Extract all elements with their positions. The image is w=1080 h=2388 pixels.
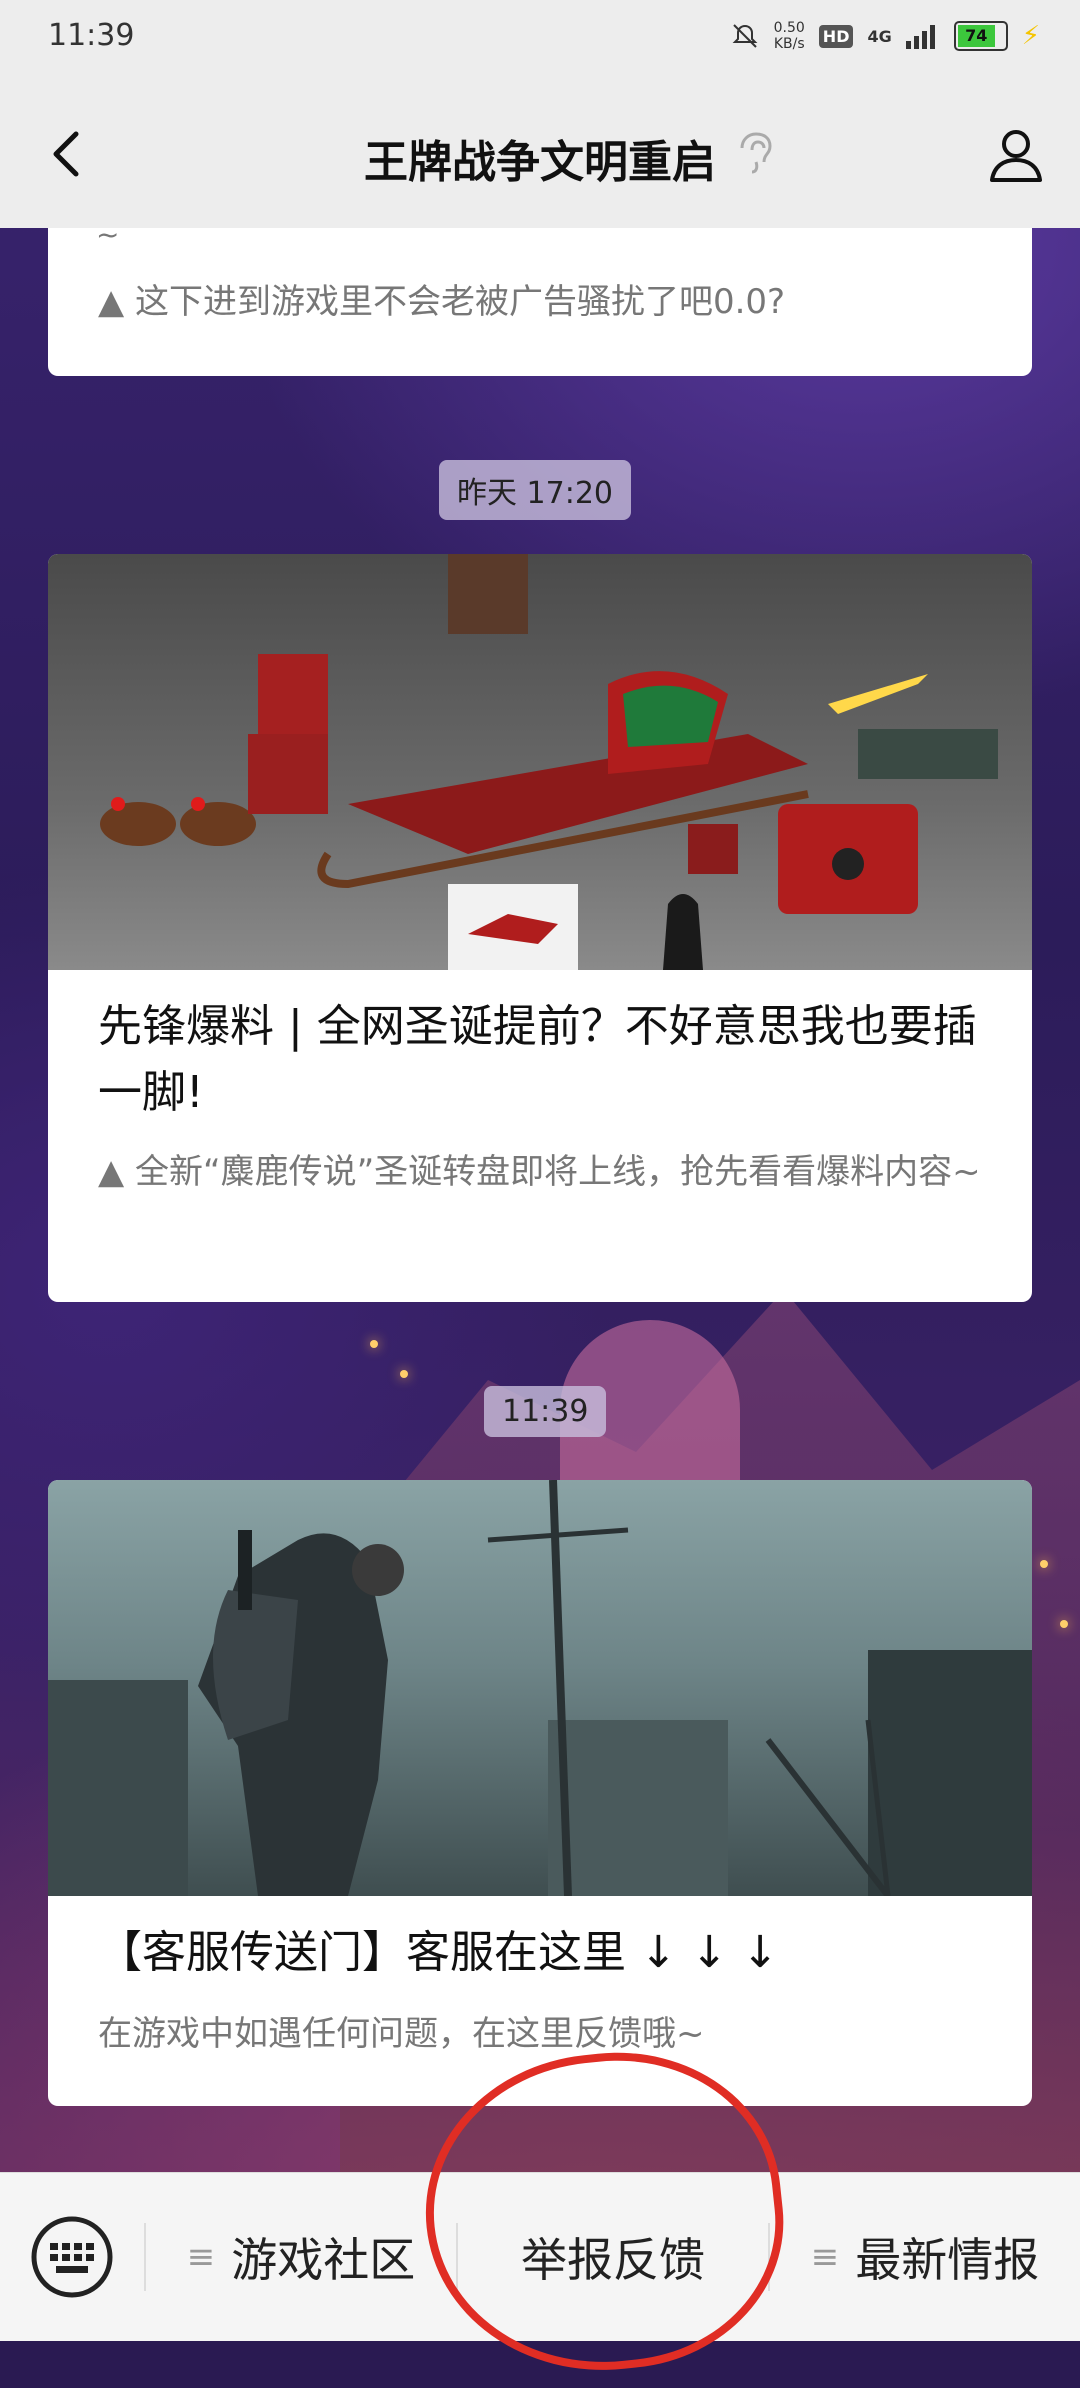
background-light	[400, 1370, 408, 1378]
user-profile-icon[interactable]	[986, 124, 1046, 184]
menu-item-latest-news[interactable]: ≡ 最新情报	[770, 2173, 1080, 2341]
nav-bar: 王牌战争文明重启	[0, 80, 1080, 228]
menu-lines-icon: ≡	[810, 2237, 840, 2277]
signal-bars-icon	[905, 25, 935, 49]
article-cover-image[interactable]	[48, 1480, 1032, 1898]
keyboard-toggle-icon[interactable]	[30, 2215, 114, 2299]
status-time: 11:39	[48, 18, 135, 53]
status-icons: 0.50 KB/s HD 4G 74 ⚡	[730, 20, 1040, 52]
menu-item-community[interactable]: ≡ 游戏社区	[146, 2173, 456, 2341]
background-light	[1060, 1620, 1068, 1628]
battery-level: 74	[957, 25, 995, 47]
menu-item-label: 游戏社区	[231, 2233, 416, 2287]
soldier-illustration	[48, 1480, 1032, 1898]
card-digest: ▲ 这下进到游戏里不会老被广告骚扰了吧0.0?	[98, 282, 786, 322]
mute-bell-icon	[732, 24, 758, 48]
article-title: 先锋爆料 | 全网圣诞提前？不好意思我也要插一脚!	[98, 1001, 977, 1118]
background-light	[1040, 1560, 1048, 1568]
network-type: 4G	[867, 26, 892, 46]
timestamp-badge: 11:39	[484, 1386, 607, 1437]
article-card[interactable]: 先锋爆料 | 全网圣诞提前？不好意思我也要插一脚! ▲ 全新“麋鹿传说”圣诞转盘…	[48, 554, 1032, 1302]
menu-item-label: 最新情报	[855, 2233, 1040, 2287]
battery-icon: 74	[953, 21, 1008, 51]
page-title: 王牌战争文明重启	[364, 137, 716, 188]
hd-badge: HD	[818, 24, 854, 48]
timestamp-badge: 昨天 17:20	[439, 460, 631, 520]
article-cover-image[interactable]	[48, 554, 1032, 970]
card-digest-tail: ~	[96, 228, 120, 251]
card-digest: ▲ 全新“麋鹿传说”圣诞转盘即将上线，抢先看看爆料内容~	[98, 1152, 981, 1192]
article-title: 【客服传送门】客服在这里 ↓ ↓ ↓	[98, 1927, 779, 1978]
charging-bolt-icon: ⚡	[1021, 21, 1040, 51]
status-bar: 11:39 0.50 KB/s HD 4G 74 ⚡	[0, 0, 1080, 80]
sleigh-illustration	[100, 554, 998, 970]
net-speed-unit: KB/s	[773, 36, 805, 52]
article-card[interactable]: 【客服传送门】客服在这里 ↓ ↓ ↓ 在游戏中如遇任何问题，在这里反馈哦~	[48, 1480, 1032, 2106]
ear-icon[interactable]	[736, 132, 776, 176]
net-speed-value: 0.50	[773, 20, 805, 36]
background-light	[370, 1340, 378, 1348]
article-card[interactable]: ~ ▲ 这下进到游戏里不会老被广告骚扰了吧0.0?	[48, 228, 1032, 376]
net-speed: 0.50 KB/s	[774, 20, 805, 52]
card-digest: 在游戏中如遇任何问题，在这里反馈哦~	[98, 2014, 705, 2054]
menu-lines-icon: ≡	[186, 2237, 216, 2277]
